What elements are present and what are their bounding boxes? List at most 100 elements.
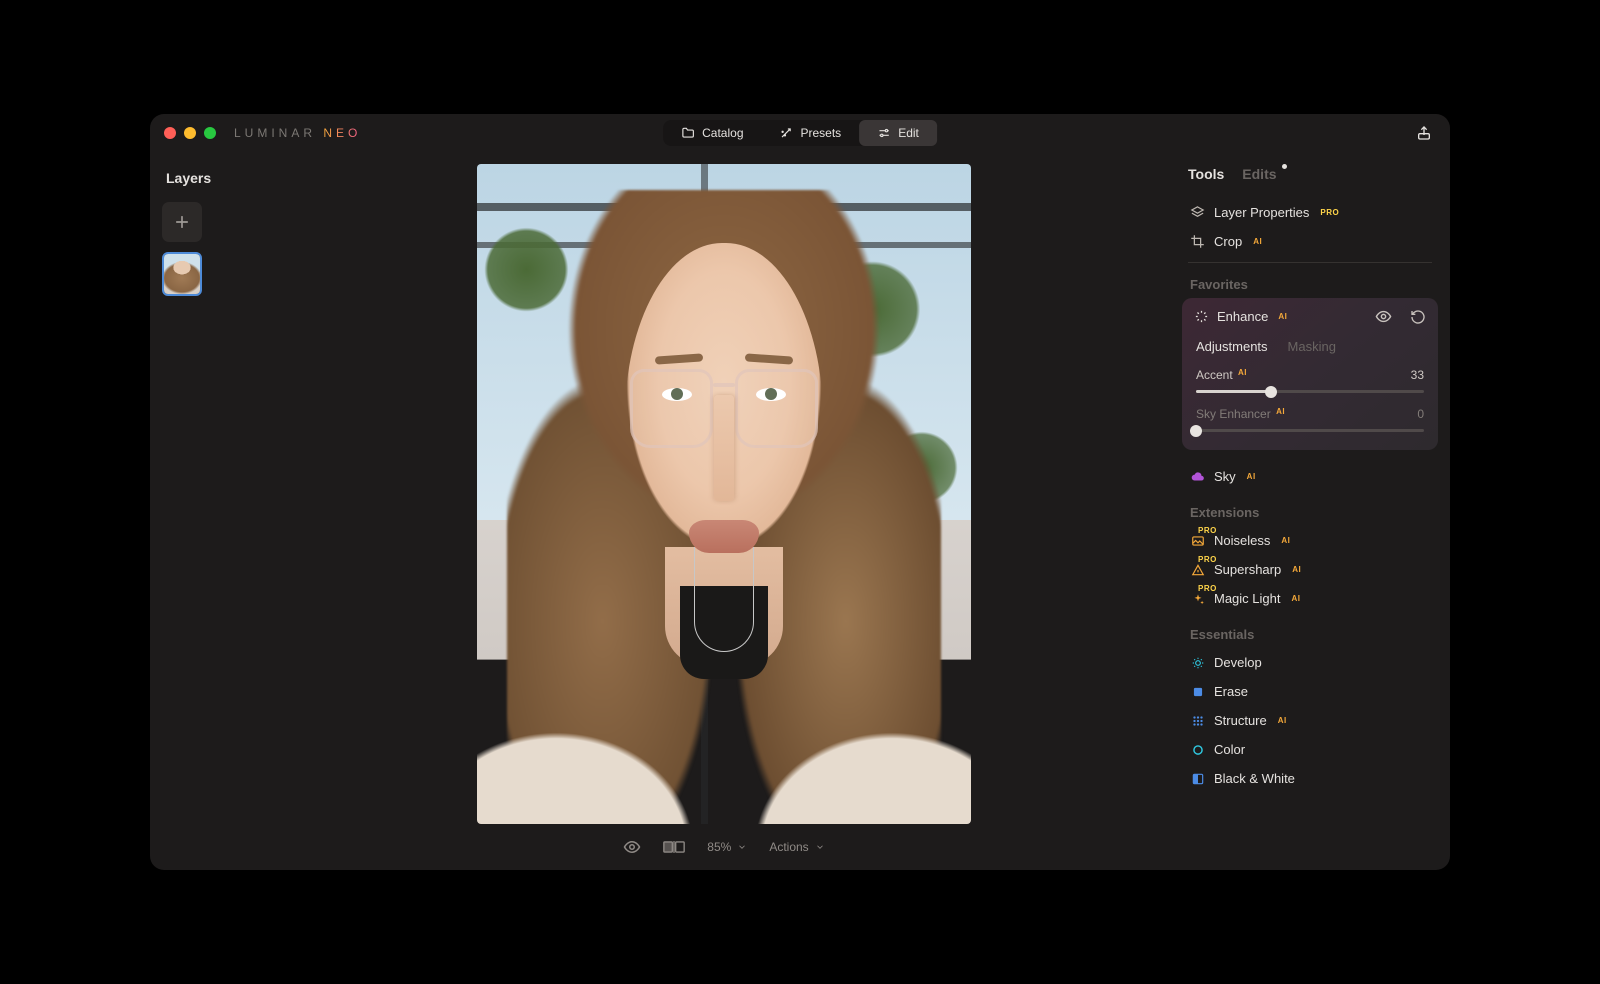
tool-erase[interactable]: Erase bbox=[1188, 677, 1432, 706]
layers-title: Layers bbox=[166, 170, 256, 186]
pro-badge: PRO bbox=[1198, 555, 1217, 564]
section-extensions: Extensions bbox=[1190, 505, 1432, 520]
tool-crop-label: Crop bbox=[1214, 234, 1242, 249]
compare-toggle-button[interactable] bbox=[663, 840, 685, 854]
slider-sky-label: Sky Enhancer bbox=[1196, 407, 1271, 421]
zoom-dropdown[interactable]: 85% bbox=[707, 840, 747, 854]
sparkle-icon bbox=[1194, 309, 1209, 324]
stars-icon: PRO bbox=[1190, 591, 1205, 606]
slider-accent-label: Accent bbox=[1196, 368, 1233, 382]
portrait-lips bbox=[689, 520, 758, 553]
logo-neo: NEO bbox=[323, 126, 361, 140]
ai-badge: AI bbox=[1281, 536, 1290, 545]
ai-badge: AI bbox=[1253, 237, 1262, 246]
actions-label: Actions bbox=[769, 840, 808, 854]
tab-edits-label: Edits bbox=[1242, 166, 1276, 182]
tool-develop-label: Develop bbox=[1214, 655, 1262, 670]
edits-indicator-icon bbox=[1282, 164, 1287, 169]
tool-crop[interactable]: Crop AI bbox=[1188, 227, 1432, 256]
layer-thumbnail-image bbox=[164, 254, 200, 294]
tool-noiseless[interactable]: PRO Noiseless AI bbox=[1188, 526, 1432, 555]
tab-tools-label: Tools bbox=[1188, 166, 1224, 182]
layer-thumbnail[interactable] bbox=[162, 252, 202, 296]
slider-accent[interactable]: Accent AI 33 bbox=[1196, 368, 1424, 393]
pro-badge: PRO bbox=[1320, 208, 1339, 217]
tool-sky[interactable]: Sky AI bbox=[1188, 462, 1432, 491]
grid-icon bbox=[1190, 713, 1205, 728]
slider-sky-value: 0 bbox=[1417, 407, 1424, 421]
tool-magic-light-label: Magic Light bbox=[1214, 591, 1280, 606]
ai-badge: AI bbox=[1247, 472, 1256, 481]
wand-icon bbox=[780, 126, 794, 140]
square-half-icon bbox=[1190, 771, 1205, 786]
tab-catalog[interactable]: Catalog bbox=[663, 120, 761, 146]
zoom-value: 85% bbox=[707, 840, 731, 854]
tool-noiseless-label: Noiseless bbox=[1214, 533, 1270, 548]
cloud-icon bbox=[1190, 469, 1205, 484]
eraser-icon bbox=[1190, 684, 1205, 699]
share-button[interactable] bbox=[1416, 125, 1432, 141]
folder-icon bbox=[681, 126, 695, 140]
add-layer-button[interactable] bbox=[162, 202, 202, 242]
tool-color-label: Color bbox=[1214, 742, 1245, 757]
image-canvas[interactable] bbox=[477, 164, 971, 824]
tab-edits[interactable]: Edits bbox=[1242, 166, 1276, 182]
canvas-area: 85% Actions bbox=[268, 152, 1180, 870]
tool-structure-label: Structure bbox=[1214, 713, 1267, 728]
tool-bw-label: Black & White bbox=[1214, 771, 1295, 786]
fullscreen-window-icon[interactable] bbox=[204, 127, 216, 139]
tab-edit-label: Edit bbox=[898, 126, 919, 140]
preview-toggle-button[interactable] bbox=[623, 838, 641, 856]
sun-icon bbox=[1190, 655, 1205, 670]
triangle-icon: PRO bbox=[1190, 562, 1205, 577]
image-icon: PRO bbox=[1190, 533, 1205, 548]
pro-badge: PRO bbox=[1198, 526, 1217, 535]
traffic-lights bbox=[164, 127, 216, 139]
ai-badge: AI bbox=[1238, 368, 1247, 377]
tool-erase-label: Erase bbox=[1214, 684, 1248, 699]
section-favorites: Favorites bbox=[1190, 277, 1432, 292]
minimize-window-icon[interactable] bbox=[184, 127, 196, 139]
divider bbox=[1188, 262, 1432, 263]
actions-dropdown[interactable]: Actions bbox=[769, 840, 824, 854]
tool-enhance-label: Enhance bbox=[1217, 309, 1268, 324]
close-window-icon[interactable] bbox=[164, 127, 176, 139]
tools-panel: Tools Edits Layer Properties PRO Crop AI… bbox=[1180, 152, 1450, 870]
tool-supersharp[interactable]: PRO Supersharp AI bbox=[1188, 555, 1432, 584]
subtab-adjustments[interactable]: Adjustments bbox=[1196, 339, 1268, 354]
tab-presets-label: Presets bbox=[801, 126, 842, 140]
ai-badge: AI bbox=[1276, 407, 1285, 416]
ai-badge: AI bbox=[1278, 716, 1287, 725]
tool-layer-properties-label: Layer Properties bbox=[1214, 205, 1309, 220]
tool-magic-light[interactable]: PRO Magic Light AI bbox=[1188, 584, 1432, 613]
slider-sky-enhancer[interactable]: Sky Enhancer AI 0 bbox=[1196, 407, 1424, 432]
tab-presets[interactable]: Presets bbox=[762, 120, 860, 146]
tool-enhance-panel: Enhance AI Adjustments Masking Accent AI… bbox=[1182, 298, 1438, 450]
mode-tabs: Catalog Presets Edit bbox=[663, 120, 937, 146]
tab-tools[interactable]: Tools bbox=[1188, 166, 1224, 182]
tool-sky-label: Sky bbox=[1214, 469, 1236, 484]
logo-brand: LUMINAR bbox=[234, 126, 323, 140]
circle-icon bbox=[1190, 742, 1205, 757]
tool-color[interactable]: Color bbox=[1188, 735, 1432, 764]
right-tabs: Tools Edits bbox=[1188, 166, 1432, 182]
slider-accent-value: 33 bbox=[1411, 368, 1424, 382]
viewbar: 85% Actions bbox=[623, 838, 824, 856]
tool-structure[interactable]: Structure AI bbox=[1188, 706, 1432, 735]
tool-develop[interactable]: Develop bbox=[1188, 648, 1432, 677]
ai-badge: AI bbox=[1291, 594, 1300, 603]
section-essentials: Essentials bbox=[1190, 627, 1432, 642]
ai-badge: AI bbox=[1278, 312, 1287, 321]
reset-button[interactable] bbox=[1410, 309, 1426, 325]
crop-icon bbox=[1190, 234, 1205, 249]
subtab-masking[interactable]: Masking bbox=[1288, 339, 1336, 354]
app-window: LUMINAR NEO Catalog Presets Edit Layers bbox=[150, 114, 1450, 870]
visibility-toggle-button[interactable] bbox=[1375, 308, 1392, 325]
tool-black-white[interactable]: Black & White bbox=[1188, 764, 1432, 793]
portrait-nose bbox=[714, 395, 734, 501]
layers-panel: Layers bbox=[150, 152, 268, 870]
tab-edit[interactable]: Edit bbox=[859, 120, 937, 146]
portrait-necklace bbox=[694, 547, 753, 653]
tool-layer-properties[interactable]: Layer Properties PRO bbox=[1188, 198, 1432, 227]
layers-icon bbox=[1190, 205, 1205, 220]
